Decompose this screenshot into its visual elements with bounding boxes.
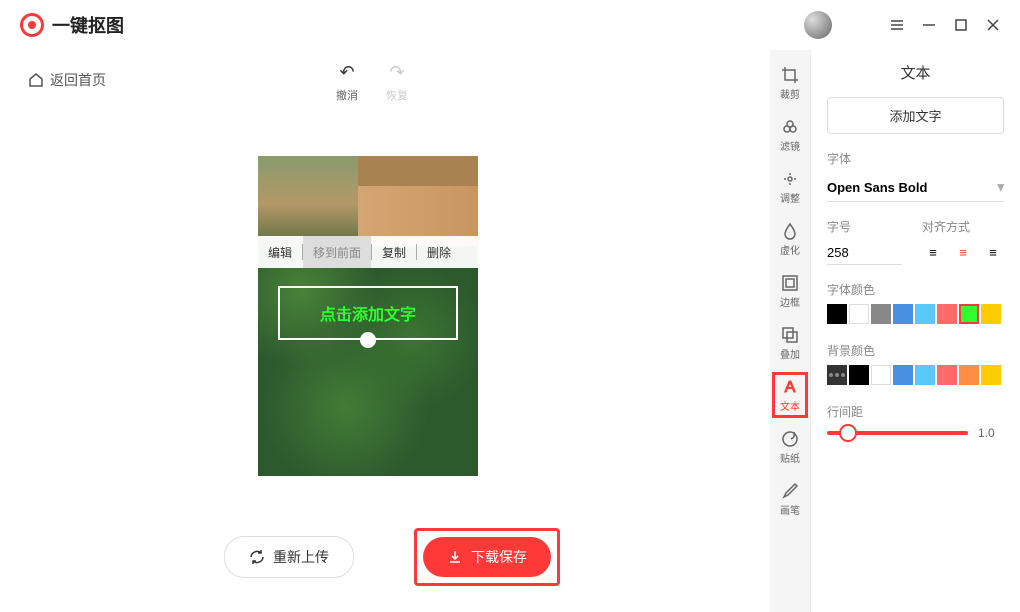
font-value: Open Sans Bold: [827, 180, 927, 195]
undo-button[interactable]: ↶ 撤消: [336, 62, 358, 103]
bg-color-swatch[interactable]: [849, 365, 869, 385]
ctx-edit[interactable]: 编辑: [258, 236, 302, 268]
tool-filter[interactable]: 滤镜: [772, 112, 808, 158]
download-icon: [447, 549, 463, 565]
text-box[interactable]: 点击添加文字: [278, 286, 458, 340]
bg-color-row: [827, 365, 1004, 385]
align-label: 对齐方式: [922, 218, 1004, 235]
back-home-label: 返回首页: [50, 70, 106, 90]
font-select[interactable]: Open Sans Bold ▾: [827, 173, 1004, 202]
font-color-swatch[interactable]: [827, 304, 847, 324]
tool-sidebar: 裁剪 滤镜 调整 虚化 边框 叠加 A文本 贴纸 画笔: [770, 50, 810, 612]
ctx-copy[interactable]: 复制: [372, 236, 416, 268]
svg-text:A: A: [785, 379, 796, 396]
text-box-placeholder: 点击添加文字: [320, 301, 416, 325]
download-label: 下载保存: [471, 547, 527, 567]
align-center-button[interactable]: ≡: [952, 241, 974, 263]
undo-icon: ↶: [339, 62, 354, 83]
panel-title: 文本: [827, 62, 1004, 83]
bg-color-swatch[interactable]: [827, 365, 847, 385]
bg-color-label: 背景颜色: [827, 342, 1004, 359]
reupload-button[interactable]: 重新上传: [224, 536, 354, 578]
tool-adjust[interactable]: 调整: [772, 164, 808, 210]
redo-icon: ↷: [389, 62, 404, 83]
close-icon[interactable]: [986, 18, 1000, 32]
bg-color-swatch[interactable]: [959, 365, 979, 385]
ctx-bring-front[interactable]: 移到前面: [303, 236, 371, 268]
reupload-label: 重新上传: [273, 547, 329, 567]
tool-blur[interactable]: 虚化: [772, 216, 808, 262]
font-label: 字体: [827, 150, 1004, 167]
app-title: 一键抠图: [52, 12, 124, 38]
back-home-button[interactable]: 返回首页: [28, 70, 106, 90]
align-left-button[interactable]: ≡: [922, 241, 944, 263]
refresh-icon: [249, 549, 265, 565]
user-avatar[interactable]: [804, 11, 832, 39]
chevron-down-icon: ▾: [997, 179, 1004, 195]
font-color-swatch[interactable]: [849, 304, 869, 324]
menu-icon[interactable]: [890, 18, 904, 32]
line-spacing-label: 行间距: [827, 403, 1004, 420]
font-color-row: [827, 304, 1004, 324]
font-color-swatch[interactable]: [937, 304, 957, 324]
font-color-swatch[interactable]: [915, 304, 935, 324]
tool-sticker[interactable]: 贴纸: [772, 424, 808, 470]
bg-color-swatch[interactable]: [981, 365, 1001, 385]
canvas[interactable]: 编辑 移到前面 复制 删除 点击添加文字: [258, 156, 478, 476]
text-panel: 文本 添加文字 字体 Open Sans Bold ▾ 字号 对齐方式 ≡ ≡ …: [810, 50, 1020, 612]
bg-color-swatch[interactable]: [871, 365, 891, 385]
bg-color-swatch[interactable]: [915, 365, 935, 385]
add-text-button[interactable]: 添加文字: [827, 97, 1004, 134]
redo-label: 恢复: [386, 87, 408, 103]
home-icon: [28, 72, 44, 88]
line-spacing-slider[interactable]: [827, 431, 968, 435]
app-logo: 一键抠图: [20, 12, 124, 38]
size-input[interactable]: [827, 241, 902, 265]
bg-color-swatch[interactable]: [937, 365, 957, 385]
tool-brush[interactable]: 画笔: [772, 476, 808, 522]
align-right-button[interactable]: ≡: [982, 241, 1004, 263]
tool-text[interactable]: A文本: [772, 372, 808, 418]
download-button-highlight: 下载保存: [414, 528, 560, 586]
rotate-handle[interactable]: [360, 332, 376, 348]
tool-crop[interactable]: 裁剪: [772, 60, 808, 106]
download-button[interactable]: 下载保存: [423, 537, 551, 577]
bg-color-swatch[interactable]: [893, 365, 913, 385]
font-color-swatch[interactable]: [893, 304, 913, 324]
context-menu: 编辑 移到前面 复制 删除: [258, 236, 478, 268]
minimize-icon[interactable]: [922, 18, 936, 32]
font-color-swatch[interactable]: [959, 304, 979, 324]
tool-border[interactable]: 边框: [772, 268, 808, 314]
undo-label: 撤消: [336, 87, 358, 103]
ctx-delete[interactable]: 删除: [417, 236, 461, 268]
size-label: 字号: [827, 218, 902, 235]
tool-overlay[interactable]: 叠加: [772, 320, 808, 366]
line-spacing-value: 1.0: [978, 426, 1004, 440]
font-color-swatch[interactable]: [981, 304, 1001, 324]
redo-button: ↷ 恢复: [386, 62, 408, 103]
font-color-swatch[interactable]: [871, 304, 891, 324]
font-color-label: 字体颜色: [827, 281, 1004, 298]
maximize-icon[interactable]: [954, 18, 968, 32]
